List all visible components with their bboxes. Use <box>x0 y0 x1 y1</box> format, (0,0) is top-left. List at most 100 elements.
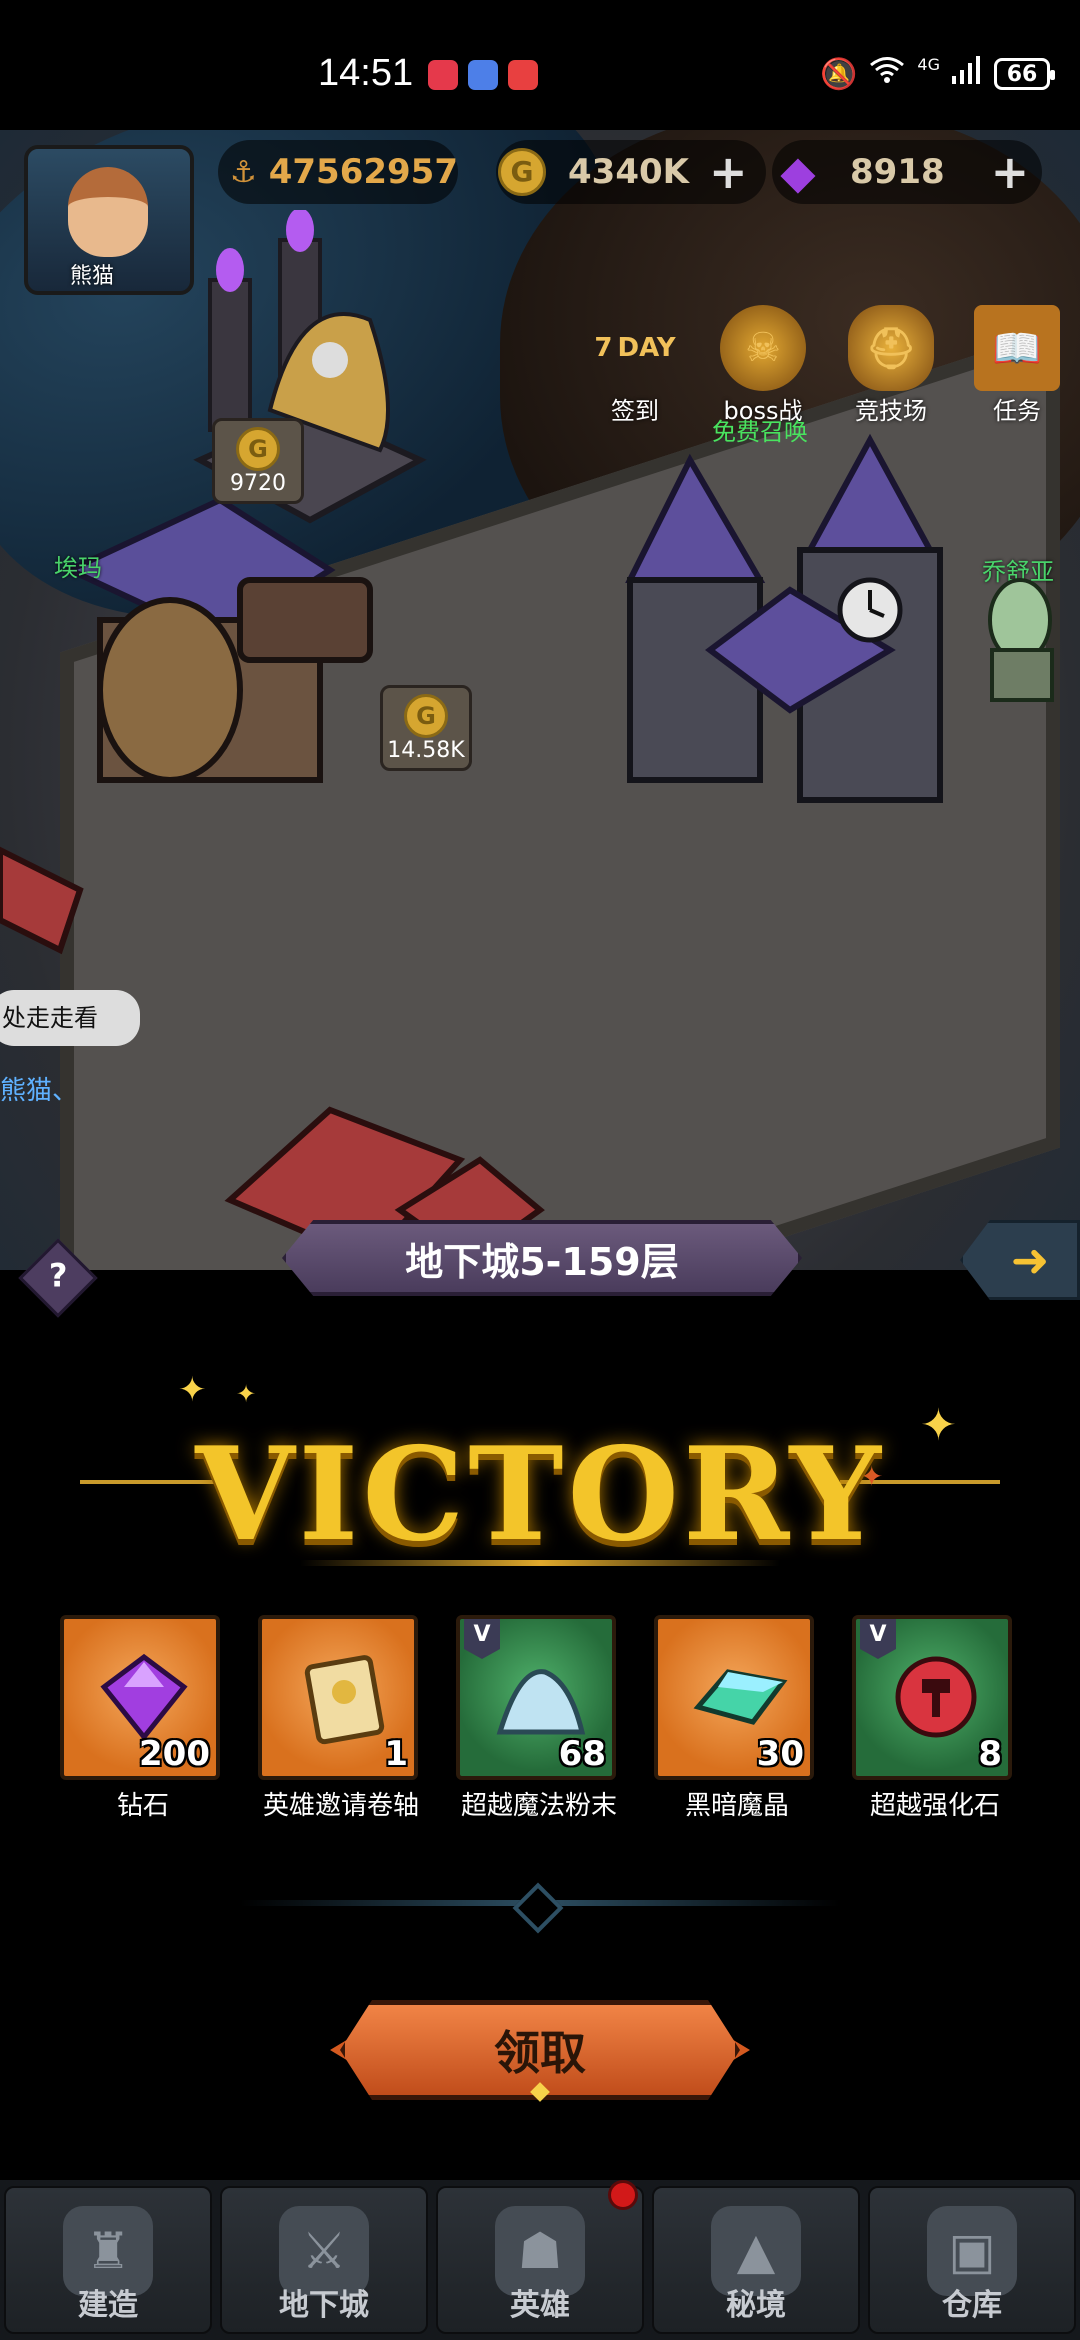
reward-name: 超越强化石 <box>869 1791 1000 1821</box>
add-gems-button[interactable]: + <box>991 145 1030 199</box>
nav-secret-realm-label: 秘境 <box>726 2288 786 2323</box>
arena-label: 竞技场 <box>855 397 927 425</box>
status-bar: 14:51 🔕 4G 66 <box>0 0 1080 130</box>
divider-ornament <box>512 1882 564 1934</box>
stage-title: 地下城5-159层 <box>405 1239 679 1284</box>
reward-count: 1 <box>384 1734 408 1774</box>
free-summon-label: 免费召唤 <box>712 418 808 446</box>
gold-coin-icon: G <box>496 146 548 198</box>
mute-icon: 🔕 <box>820 56 858 92</box>
purple-gem-icon: ◆ <box>780 145 816 199</box>
market-stall-building[interactable] <box>0 810 120 1010</box>
victory-title: VICTORY <box>195 1420 885 1570</box>
book-icon: 📖 <box>974 305 1060 391</box>
nav-dungeon[interactable]: ⚔ 地下城 <box>220 2186 428 2334</box>
house-coin-bubble[interactable]: G 14.58K <box>380 685 472 771</box>
boss-battle-button[interactable]: ☠ boss战 <box>708 305 818 426</box>
enhance-stone-icon <box>895 1656 977 1738</box>
reward-item[interactable]: 30 黑暗魔晶 <box>654 1615 820 1822</box>
nav-warehouse[interactable]: ▣ 仓库 <box>868 2186 1076 2334</box>
reward-count: 30 <box>756 1734 804 1774</box>
tavern-coin-bubble[interactable]: G 9720 <box>212 418 304 504</box>
reward-item[interactable]: V 68 超越魔法粉末 <box>456 1615 622 1822</box>
player-name-tag: 熊猫、 <box>0 1076 79 1106</box>
dark-crystal-icon <box>693 1669 788 1725</box>
reward-list: 200 钻石 1 英雄邀请卷轴 V 68 超越魔法粉末 30 黑暗魔晶 V 8 … <box>60 1615 1030 1822</box>
reward-slot: 1 <box>258 1615 418 1780</box>
arrow-right-icon: ➜ <box>1010 1233 1050 1287</box>
nav-warehouse-label: 仓库 <box>942 2288 1002 2323</box>
seven-day-icon: 7 DAY <box>592 305 678 391</box>
network-type: 4G <box>917 54 940 74</box>
purple-gem-icon <box>100 1653 188 1742</box>
reward-slot: 200 <box>60 1615 220 1780</box>
npc-joshua[interactable] <box>970 570 1080 710</box>
npc-speech-bubble: 处走走看 <box>0 990 140 1046</box>
battery-level: 66 <box>1006 61 1038 87</box>
reward-name: 钻石 <box>116 1791 169 1821</box>
skull-icon: ☠ <box>720 305 806 391</box>
nav-hero[interactable]: ☗ 英雄 <box>436 2186 644 2334</box>
question-icon: ? <box>48 1256 68 1295</box>
status-right: 🔕 4G 66 <box>820 54 1055 92</box>
stage-banner: 地下城5-159层 <box>282 1220 802 1296</box>
bottom-nav: ♜ 建造 ⚔ 地下城 ☗ 英雄 ▲ 秘境 ▣ 仓库 <box>0 2180 1080 2340</box>
nav-secret-realm[interactable]: ▲ 秘境 <box>652 2186 860 2334</box>
gem-value: 8918 <box>850 152 945 192</box>
reward-slot: V 68 <box>456 1615 616 1780</box>
reward-count: 8 <box>978 1734 1002 1774</box>
reward-name: 黑暗魔晶 <box>684 1791 789 1821</box>
magic-powder-icon <box>496 1669 586 1735</box>
nav-build[interactable]: ♜ 建造 <box>4 2186 212 2334</box>
reward-slot: 30 <box>654 1615 814 1780</box>
game-app-icon <box>508 60 538 90</box>
gold-value: 4340K <box>568 152 689 192</box>
reward-count: 68 <box>558 1734 606 1774</box>
reward-name: 超越魔法粉末 <box>460 1791 617 1821</box>
power-display: ⚓ 47562957 <box>218 140 458 204</box>
victory-underline <box>300 1560 780 1566</box>
reward-name: 英雄邀请卷轴 <box>262 1791 419 1821</box>
reward-slot: V 8 <box>852 1615 1012 1780</box>
reward-item[interactable]: 200 钻石 <box>60 1615 226 1822</box>
claim-label: 领取 <box>494 2026 586 2080</box>
player-name: 熊猫 <box>70 264 115 289</box>
gem-display: ◆ 8918 + <box>772 140 1042 204</box>
nav-hero-label: 英雄 <box>510 2288 570 2323</box>
seven-day-badge: 7 DAY <box>594 333 676 363</box>
checkin-label: 签到 <box>611 397 659 425</box>
signal-icon <box>952 56 982 92</box>
add-gold-button[interactable]: + <box>709 145 748 199</box>
sparkle-icon: ✦ <box>178 1370 207 1410</box>
battery-indicator: 66 <box>994 58 1055 90</box>
reward-item[interactable]: V 8 超越强化石 <box>852 1615 1018 1822</box>
anchor-icon: ⚓ <box>229 154 257 190</box>
power-value: 47562957 <box>268 152 458 192</box>
town-scene[interactable]: G 9720 G 14.58K 埃玛 乔舒亚 <box>0 130 1080 1270</box>
gold-coin-icon: G <box>404 694 448 738</box>
wifi-icon <box>869 56 905 92</box>
sparkle-icon: ✦ <box>236 1380 257 1408</box>
arena-button[interactable]: ⛑ 竞技场 <box>836 305 946 426</box>
status-app-icons <box>428 60 538 90</box>
notification-app-icon <box>428 60 458 90</box>
checkin-button[interactable]: 7 DAY 签到 <box>580 305 690 426</box>
quest-label: 任务 <box>993 397 1041 425</box>
status-time: 14:51 <box>318 52 414 94</box>
gold-display: G 4340K + <box>496 140 766 204</box>
notification-dot <box>608 2180 638 2210</box>
reward-item[interactable]: 1 英雄邀请卷轴 <box>258 1615 424 1822</box>
nav-build-label: 建造 <box>78 2288 138 2323</box>
helmet-icon: ⛑ <box>848 305 934 391</box>
npc-name-left[interactable]: 埃玛 <box>54 548 102 583</box>
quest-button[interactable]: 📖 任务 <box>962 305 1072 426</box>
scroll-icon <box>304 1655 385 1745</box>
music-app-icon <box>468 60 498 90</box>
house-coin-amount: 14.58K <box>387 738 465 763</box>
tavern-building[interactable] <box>60 460 390 820</box>
gold-coin-icon: G <box>236 427 280 471</box>
avatar-face <box>68 167 148 257</box>
reward-count: 200 <box>139 1734 210 1774</box>
nav-dungeon-label: 地下城 <box>279 2288 369 2323</box>
tavern-coin-amount: 9720 <box>230 471 286 496</box>
